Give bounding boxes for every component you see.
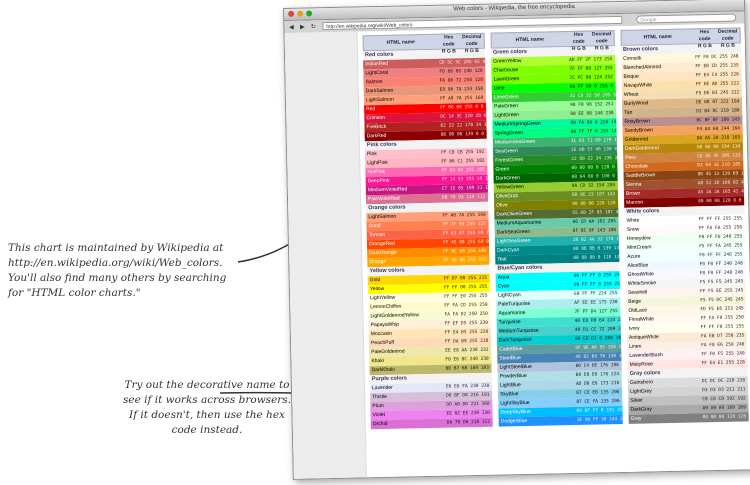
header-hex-rgb: R G B — [441, 48, 456, 55]
header-decimal-code: Decimal code R G B — [460, 33, 484, 54]
color-code: 8B 00 00 139 0 0 — [440, 131, 485, 138]
color-column-2: HTML name Hex code R G B Decimal code R G BG… — [490, 30, 623, 427]
color-name: DodgerBlue — [500, 417, 528, 425]
header-hex-code: Hex code R G B — [438, 34, 460, 54]
color-code: FF A5 00 255 165 0 — [443, 257, 490, 264]
header-hex-code: Hex code R G B — [694, 29, 716, 49]
page-left-margin — [284, 31, 367, 479]
header-hex-label: Hex code — [572, 31, 585, 45]
color-name: DarkRed — [366, 132, 387, 140]
color-code: FF E4 E1 255 228 225 — [701, 360, 747, 367]
color-row: DodgerBlue 1E 90 FF 30 144 255 — [498, 414, 623, 427]
header-hex-code: Hex code R G B — [568, 31, 590, 52]
table-header: HTML name Hex code R G B Decimal code R G B — [620, 27, 741, 49]
header-decimal-rgb: R G B — [464, 47, 479, 55]
header-hex-rgb: R G B — [571, 45, 586, 52]
browser-window: Web colors - Wikipedia, the free encyclo… — [283, 0, 750, 480]
annotation-decorative-name-tip: Try out the decorative name to see if it… — [122, 379, 292, 436]
color-name: Gray — [630, 415, 642, 422]
color-name: Maroon — [626, 199, 644, 206]
forward-arrow-icon[interactable]: ▶ — [298, 23, 306, 30]
header-decimal-rgb: R G B — [594, 45, 609, 52]
header-hex-label: Hex code — [698, 29, 711, 43]
header-hex-label: Hex code — [442, 34, 455, 48]
color-code: 80 00 00 128 0 0 — [698, 198, 742, 205]
page-content: HTML name Hex code R G B Decimal code R G BR… — [284, 23, 750, 479]
header-decimal-label: Decimal code — [461, 33, 482, 48]
table-header: HTML name Hex code R G B Decimal code R G B — [490, 30, 615, 52]
color-column-1: HTML name Hex code R G B Decimal code R G BR… — [362, 32, 493, 430]
color-code: 1E 90 FF 30 144 255 — [576, 416, 623, 423]
color-name: MistyRose — [629, 361, 653, 368]
reload-icon[interactable]: ↻ — [309, 23, 317, 30]
color-name: Orange — [369, 258, 387, 266]
color-code: DA 70 D6 218 112 214 — [446, 419, 493, 426]
color-code: 80 80 80 128 128 128 — [702, 414, 749, 421]
color-name: Orchid — [372, 420, 388, 428]
header-html-name: HTML name — [515, 36, 544, 44]
header-decimal-rgb: R G B — [720, 42, 735, 49]
header-decimal-label: Decimal code — [717, 28, 738, 42]
color-column-3: HTML name Hex code R G B Decimal code R G BB… — [620, 27, 749, 424]
back-arrow-icon[interactable]: ◀ — [287, 23, 295, 30]
color-row: Orchid DA 70 D6 218 112 214 — [370, 417, 493, 430]
color-code: 00 80 80 0 128 128 — [573, 254, 620, 261]
header-decimal-code: Decimal code R G B — [716, 28, 740, 48]
header-html-name: HTML name — [386, 39, 415, 46]
color-code: BD B7 6B 189 183 107 — [445, 365, 492, 372]
color-code: DB 70 93 219 112 147 — [441, 194, 488, 201]
google-search-field[interactable]: Google — [636, 13, 737, 24]
table-header: HTML name Hex code R G B Decimal code R G B — [362, 32, 485, 55]
header-hex-rgb: R G B — [697, 43, 712, 50]
color-name: DarkKhaki — [371, 366, 395, 374]
header-html-name: HTML name — [643, 33, 672, 41]
annotation-wikipedia-note: This chart is maintained by Wikipedia at… — [8, 242, 227, 299]
color-row: Gray 80 80 80 128 128 128 — [628, 412, 749, 424]
header-decimal-code: Decimal code R G B — [590, 31, 614, 51]
header-decimal-label: Decimal code — [591, 31, 612, 45]
